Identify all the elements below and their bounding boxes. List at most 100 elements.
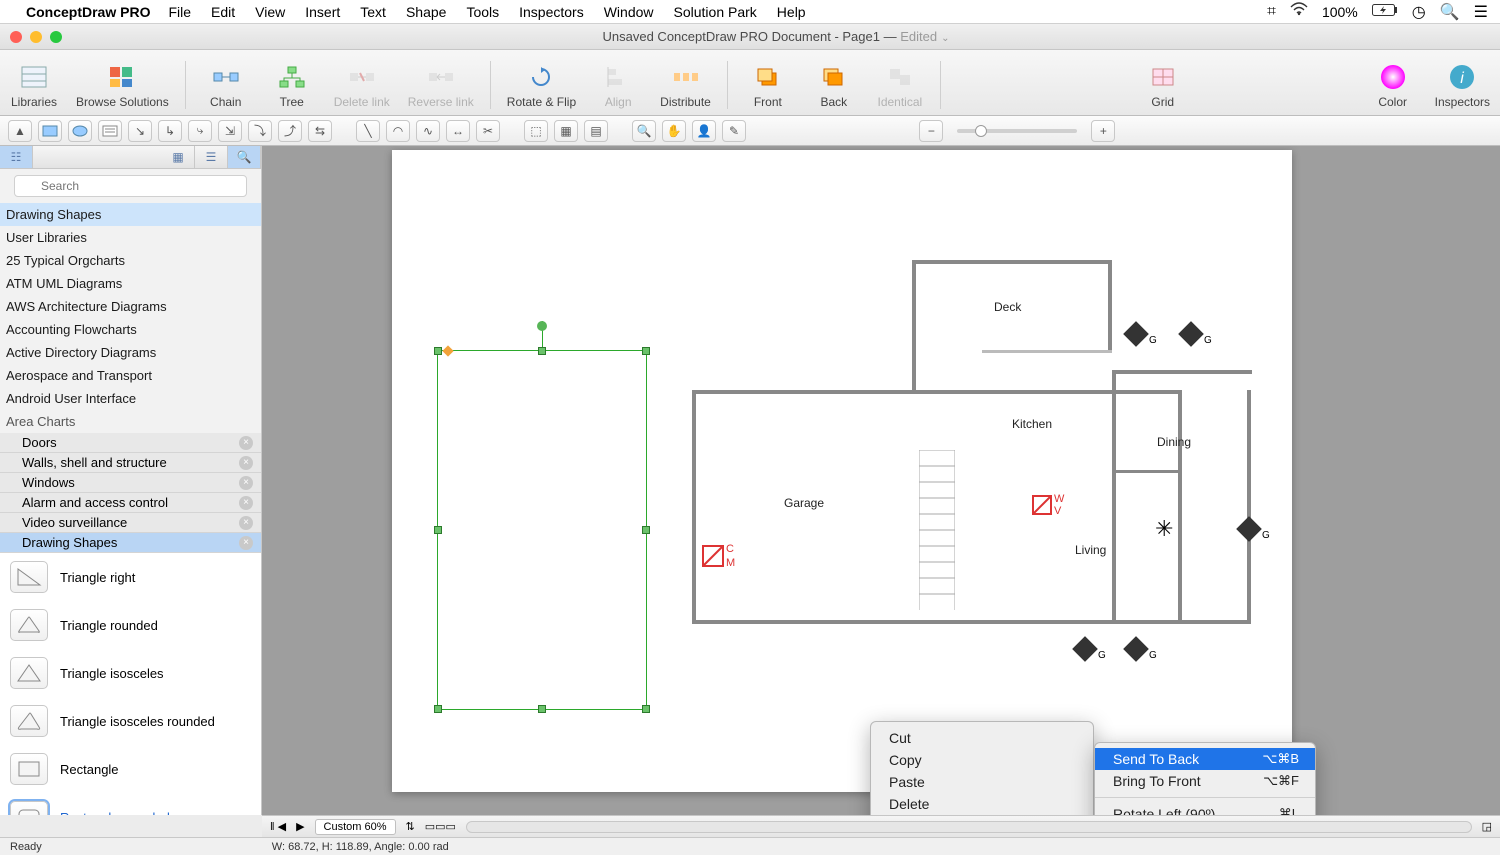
tool-group3[interactable]: ▤ [584, 120, 608, 142]
menu-shape[interactable]: Shape [406, 4, 446, 20]
spotlight-icon[interactable]: 🔍 [1440, 2, 1460, 22]
connection-point[interactable] [442, 345, 453, 356]
zoom-slider[interactable] [957, 129, 1077, 133]
zoom-out-button[interactable]: − [919, 120, 943, 142]
zoom-stepper-icon[interactable]: ⇅ [406, 820, 415, 833]
sidebar-tab-grid[interactable]: ▦ [162, 146, 195, 168]
window-zoom-button[interactable] [50, 31, 62, 43]
battery-icon[interactable] [1372, 3, 1398, 21]
resize-handle-sw[interactable] [434, 705, 442, 713]
sb-cat-area-charts[interactable]: Area Charts [0, 410, 261, 433]
sb-cat-aws[interactable]: AWS Architecture Diagrams [0, 295, 261, 318]
wifi-icon[interactable] [1290, 2, 1308, 21]
menu-extra-icon[interactable]: ☰ [1474, 2, 1488, 22]
shape-triangle-right[interactable]: Triangle right [0, 553, 261, 601]
menu-help[interactable]: Help [777, 4, 806, 20]
ctx-copy[interactable]: Copy [871, 749, 1093, 771]
tb-chain[interactable]: Chain [202, 63, 250, 109]
page-thumbs-icon[interactable]: ▭▭▭ [425, 820, 456, 833]
menu-text[interactable]: Text [360, 4, 386, 20]
clock-icon[interactable]: ◷ [1412, 2, 1426, 22]
close-icon[interactable]: × [239, 456, 253, 470]
tool-ellipse[interactable] [68, 120, 92, 142]
sb-lib-video[interactable]: Video surveillance× [0, 513, 261, 533]
ctx-send-to-back[interactable]: Send To Back⌥⌘B [1095, 748, 1315, 770]
tb-color[interactable]: Color [1369, 63, 1417, 109]
resize-handle-w[interactable] [434, 526, 442, 534]
menu-view[interactable]: View [255, 4, 285, 20]
resize-grip-icon[interactable]: ◲ [1482, 820, 1492, 833]
resize-handle-nw[interactable] [434, 347, 442, 355]
tool-text[interactable] [98, 120, 122, 142]
sb-cat-user-libraries[interactable]: User Libraries [0, 226, 261, 249]
close-icon[interactable]: × [239, 496, 253, 510]
tb-rotate-flip[interactable]: Rotate & Flip [507, 63, 576, 109]
tb-tree[interactable]: Tree [268, 63, 316, 109]
tool-group2[interactable]: ▦ [554, 120, 578, 142]
resize-handle-n[interactable] [538, 347, 546, 355]
menu-window[interactable]: Window [604, 4, 654, 20]
tool-group1[interactable]: ⬚ [524, 120, 548, 142]
sidebar-search-input[interactable] [14, 175, 247, 197]
shape-triangle-rounded[interactable]: Triangle rounded [0, 601, 261, 649]
selected-object[interactable] [437, 350, 647, 710]
tool-zoom[interactable]: 🔍 [632, 120, 656, 142]
page-nav-prev[interactable]: ‖ ◀ [270, 820, 286, 833]
app-name[interactable]: ConceptDraw PRO [26, 4, 150, 20]
zoom-field[interactable]: Custom 60% [315, 819, 396, 835]
menu-inspectors[interactable]: Inspectors [519, 4, 584, 20]
tool-connector7[interactable]: ⇆ [308, 120, 332, 142]
sb-cat-android[interactable]: Android User Interface [0, 387, 261, 410]
sb-lib-drawing-shapes[interactable]: Drawing Shapes× [0, 533, 261, 553]
sidebar-tab-search[interactable]: 🔍 [228, 146, 261, 168]
tb-inspectors[interactable]: iInspectors [1435, 63, 1490, 109]
tool-bezier[interactable]: ∿ [416, 120, 440, 142]
ctx-delete[interactable]: Delete [871, 793, 1093, 815]
tb-front[interactable]: Front [744, 63, 792, 109]
tool-connector3[interactable]: ⤷ [188, 120, 212, 142]
tb-browse-solutions[interactable]: Browse Solutions [76, 63, 169, 109]
close-icon[interactable]: × [239, 436, 253, 450]
ctx-paste[interactable]: Paste [871, 771, 1093, 793]
title-chevron-icon[interactable]: ⌄ [941, 33, 949, 44]
close-icon[interactable]: × [239, 536, 253, 550]
sb-cat-atm-uml[interactable]: ATM UML Diagrams [0, 272, 261, 295]
shape-triangle-isosceles[interactable]: Triangle isosceles [0, 649, 261, 697]
tool-rect[interactable] [38, 120, 62, 142]
tb-back[interactable]: Back [810, 63, 858, 109]
canvas[interactable]: Deck Kitchen Dining Garage Living G G G … [262, 146, 1500, 815]
menu-solution-park[interactable]: Solution Park [674, 4, 757, 20]
close-icon[interactable]: × [239, 516, 253, 530]
sb-lib-windows[interactable]: Windows× [0, 473, 261, 493]
resize-handle-se[interactable] [642, 705, 650, 713]
tool-eyedropper[interactable]: 👤 [692, 120, 716, 142]
tool-connector1[interactable]: ↘ [128, 120, 152, 142]
tool-connector6[interactable]: ⤴ [278, 120, 302, 142]
resize-handle-ne[interactable] [642, 347, 650, 355]
horizontal-scrollbar[interactable] [466, 821, 1472, 833]
tool-pencil[interactable]: ✎ [722, 120, 746, 142]
tool-connector5[interactable]: ⤵ [248, 120, 272, 142]
page-nav-next[interactable]: ▶ [296, 820, 304, 833]
sb-cat-active-directory[interactable]: Active Directory Diagrams [0, 341, 261, 364]
close-icon[interactable]: × [239, 476, 253, 490]
resize-handle-s[interactable] [538, 705, 546, 713]
tool-dimension[interactable]: ↔ [446, 120, 470, 142]
rotation-handle[interactable] [537, 321, 547, 331]
tool-crop[interactable]: ✂ [476, 120, 500, 142]
menu-file[interactable]: File [168, 4, 191, 20]
sb-cat-orgcharts[interactable]: 25 Typical Orgcharts [0, 249, 261, 272]
window-close-button[interactable] [10, 31, 22, 43]
sb-lib-alarm[interactable]: Alarm and access control× [0, 493, 261, 513]
shape-rectangle-rounded[interactable]: Rectangle rounded [0, 793, 261, 815]
tool-connector2[interactable]: ↳ [158, 120, 182, 142]
sb-cat-accounting[interactable]: Accounting Flowcharts [0, 318, 261, 341]
tool-line[interactable]: ╲ [356, 120, 380, 142]
tool-connector4[interactable]: ⇲ [218, 120, 242, 142]
page[interactable]: Deck Kitchen Dining Garage Living G G G … [392, 150, 1292, 792]
window-minimize-button[interactable] [30, 31, 42, 43]
sb-lib-walls[interactable]: Walls, shell and structure× [0, 453, 261, 473]
tb-distribute[interactable]: Distribute [660, 63, 711, 109]
ctx-bring-to-front[interactable]: Bring To Front⌥⌘F [1095, 770, 1315, 792]
tool-arc[interactable]: ◠ [386, 120, 410, 142]
